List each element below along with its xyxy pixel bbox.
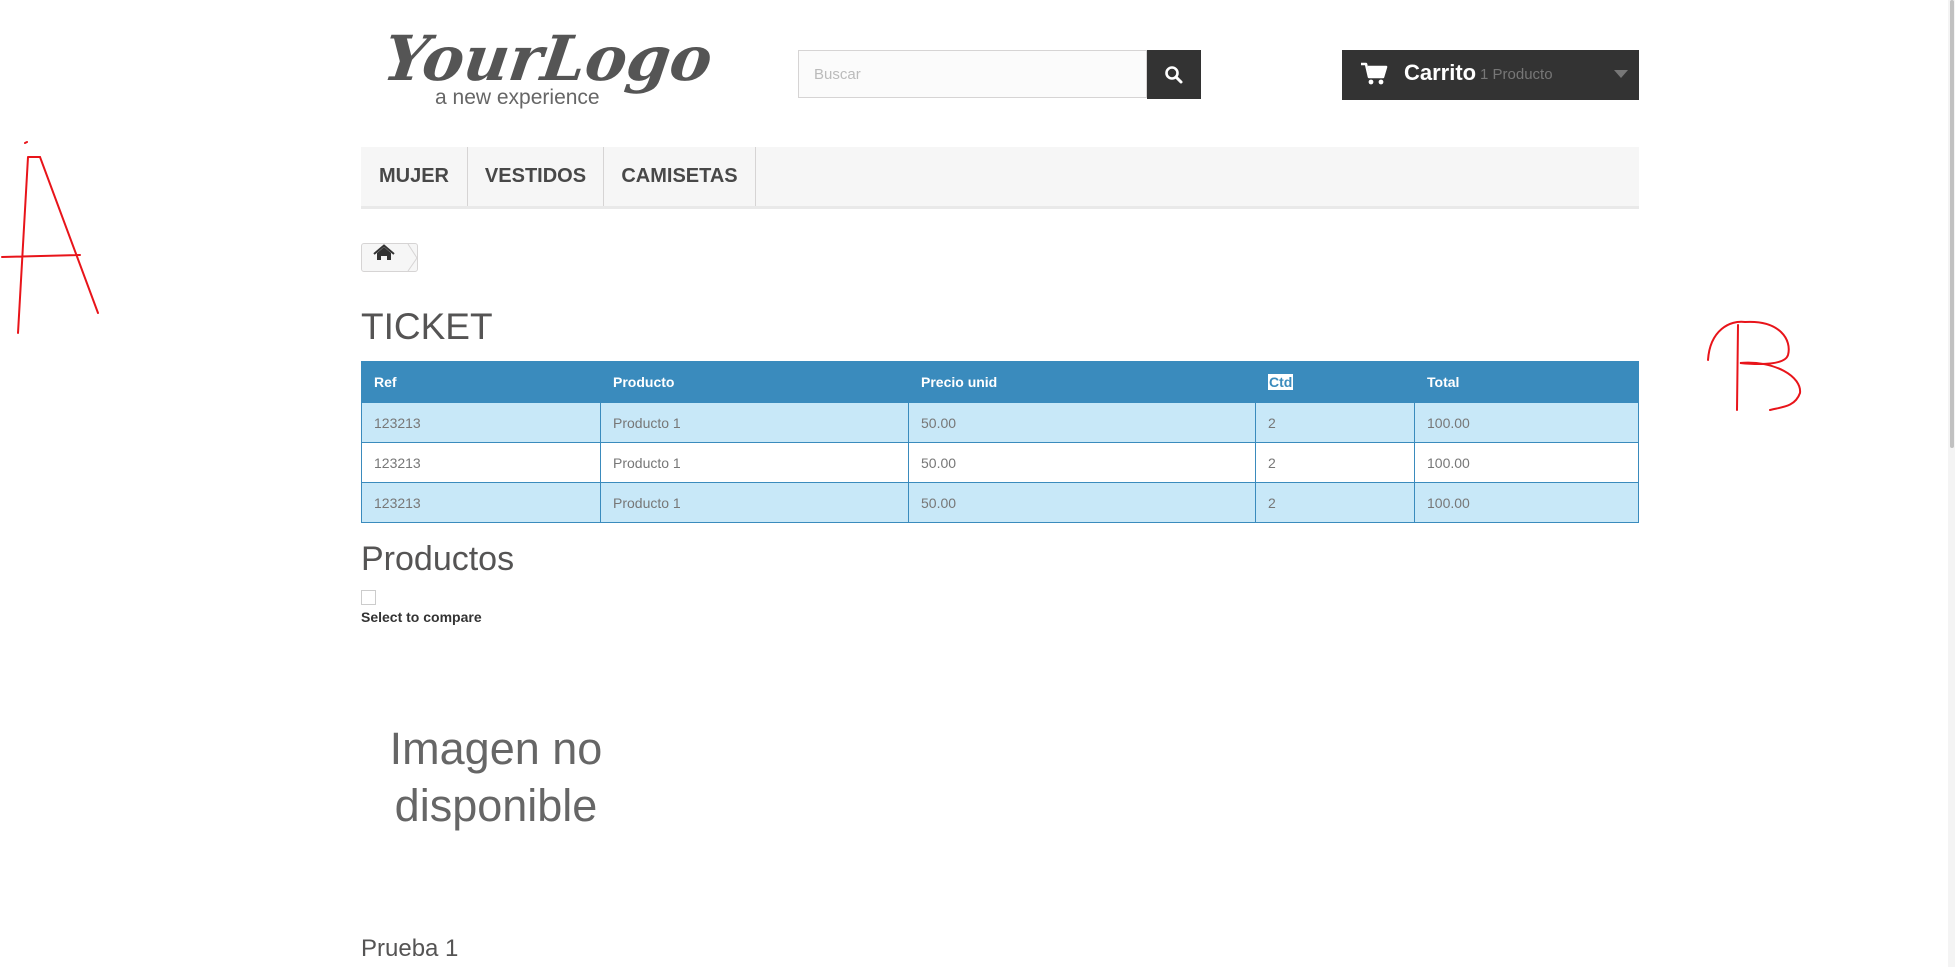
search-button[interactable] <box>1147 50 1201 99</box>
shopping-cart-icon <box>1361 62 1388 85</box>
table-row: 123213 Producto 1 50.00 2 100.00 <box>361 482 1639 523</box>
cell-ctd: 2 <box>1255 402 1415 443</box>
cart-label: Carrito <box>1404 60 1477 85</box>
cell-precio-unid: 50.00 <box>908 402 1256 443</box>
handwritten-b-mark <box>1707 320 1802 411</box>
column-header-precio-unid: Precio unid <box>908 361 1256 403</box>
menu-item-vestidos[interactable]: VESTIDOS <box>468 147 604 206</box>
page-title: TICKET <box>361 306 493 347</box>
cell-producto: Producto 1 <box>600 402 909 443</box>
logo-text: YourLogo <box>380 22 710 95</box>
table-header-row: Ref Producto Precio unid Ctd Total <box>361 361 1639 403</box>
cell-total: 100.00 <box>1414 482 1639 523</box>
ctd-header-label: Ctd <box>1268 374 1294 390</box>
menu-item-camisetas[interactable]: CAMISETAS <box>604 147 756 206</box>
no-image-line-1: Imagen no <box>389 723 603 774</box>
product-image-placeholder[interactable]: Imagen no disponible <box>361 720 631 834</box>
cell-producto: Producto 1 <box>600 442 909 483</box>
cell-ctd: 2 <box>1255 482 1415 523</box>
cell-ref: 123213 <box>361 402 601 443</box>
top-menu: MUJER VESTIDOS CAMISETAS <box>361 147 1639 209</box>
cart-button[interactable]: Carrito 1 Producto <box>1342 50 1639 100</box>
site-logo[interactable]: YourLogo a new experience <box>380 18 710 113</box>
search-input[interactable] <box>798 50 1147 98</box>
cell-total: 100.00 <box>1414 402 1639 443</box>
cell-ref: 123213 <box>361 442 601 483</box>
cell-producto: Producto 1 <box>600 482 909 523</box>
menu-item-mujer[interactable]: MUJER <box>361 147 468 206</box>
product-name-link[interactable]: Prueba 1 <box>361 935 458 963</box>
breadcrumb <box>361 243 418 272</box>
cell-precio-unid: 50.00 <box>908 482 1256 523</box>
no-image-line-2: disponible <box>394 780 598 831</box>
home-icon[interactable] <box>361 243 418 272</box>
column-header-ctd: Ctd <box>1255 361 1415 403</box>
products-heading: Productos <box>361 540 515 578</box>
compare-checkbox[interactable] <box>361 590 376 605</box>
column-header-total: Total <box>1414 361 1639 403</box>
table-row: 123213 Producto 1 50.00 2 100.00 <box>361 402 1639 443</box>
ticket-table: Ref Producto Precio unid Ctd Total 12321… <box>361 361 1639 523</box>
search-icon <box>1165 65 1183 83</box>
cell-ctd: 2 <box>1255 442 1415 483</box>
logo-tagline: a new experience <box>435 86 600 109</box>
page-scrollbar-thumb[interactable] <box>1950 0 1954 448</box>
table-row: 123213 Producto 1 50.00 2 100.00 <box>361 442 1639 483</box>
column-header-producto: Producto <box>600 361 909 403</box>
cell-precio-unid: 50.00 <box>908 442 1256 483</box>
cell-ref: 123213 <box>361 482 601 523</box>
cart-count: 1 Producto <box>1480 66 1553 83</box>
compare-label: Select to compare <box>361 609 482 625</box>
handwritten-a-mark <box>1 141 99 334</box>
column-header-ref: Ref <box>361 361 601 403</box>
cell-total: 100.00 <box>1414 442 1639 483</box>
chevron-down-icon <box>1614 70 1628 78</box>
